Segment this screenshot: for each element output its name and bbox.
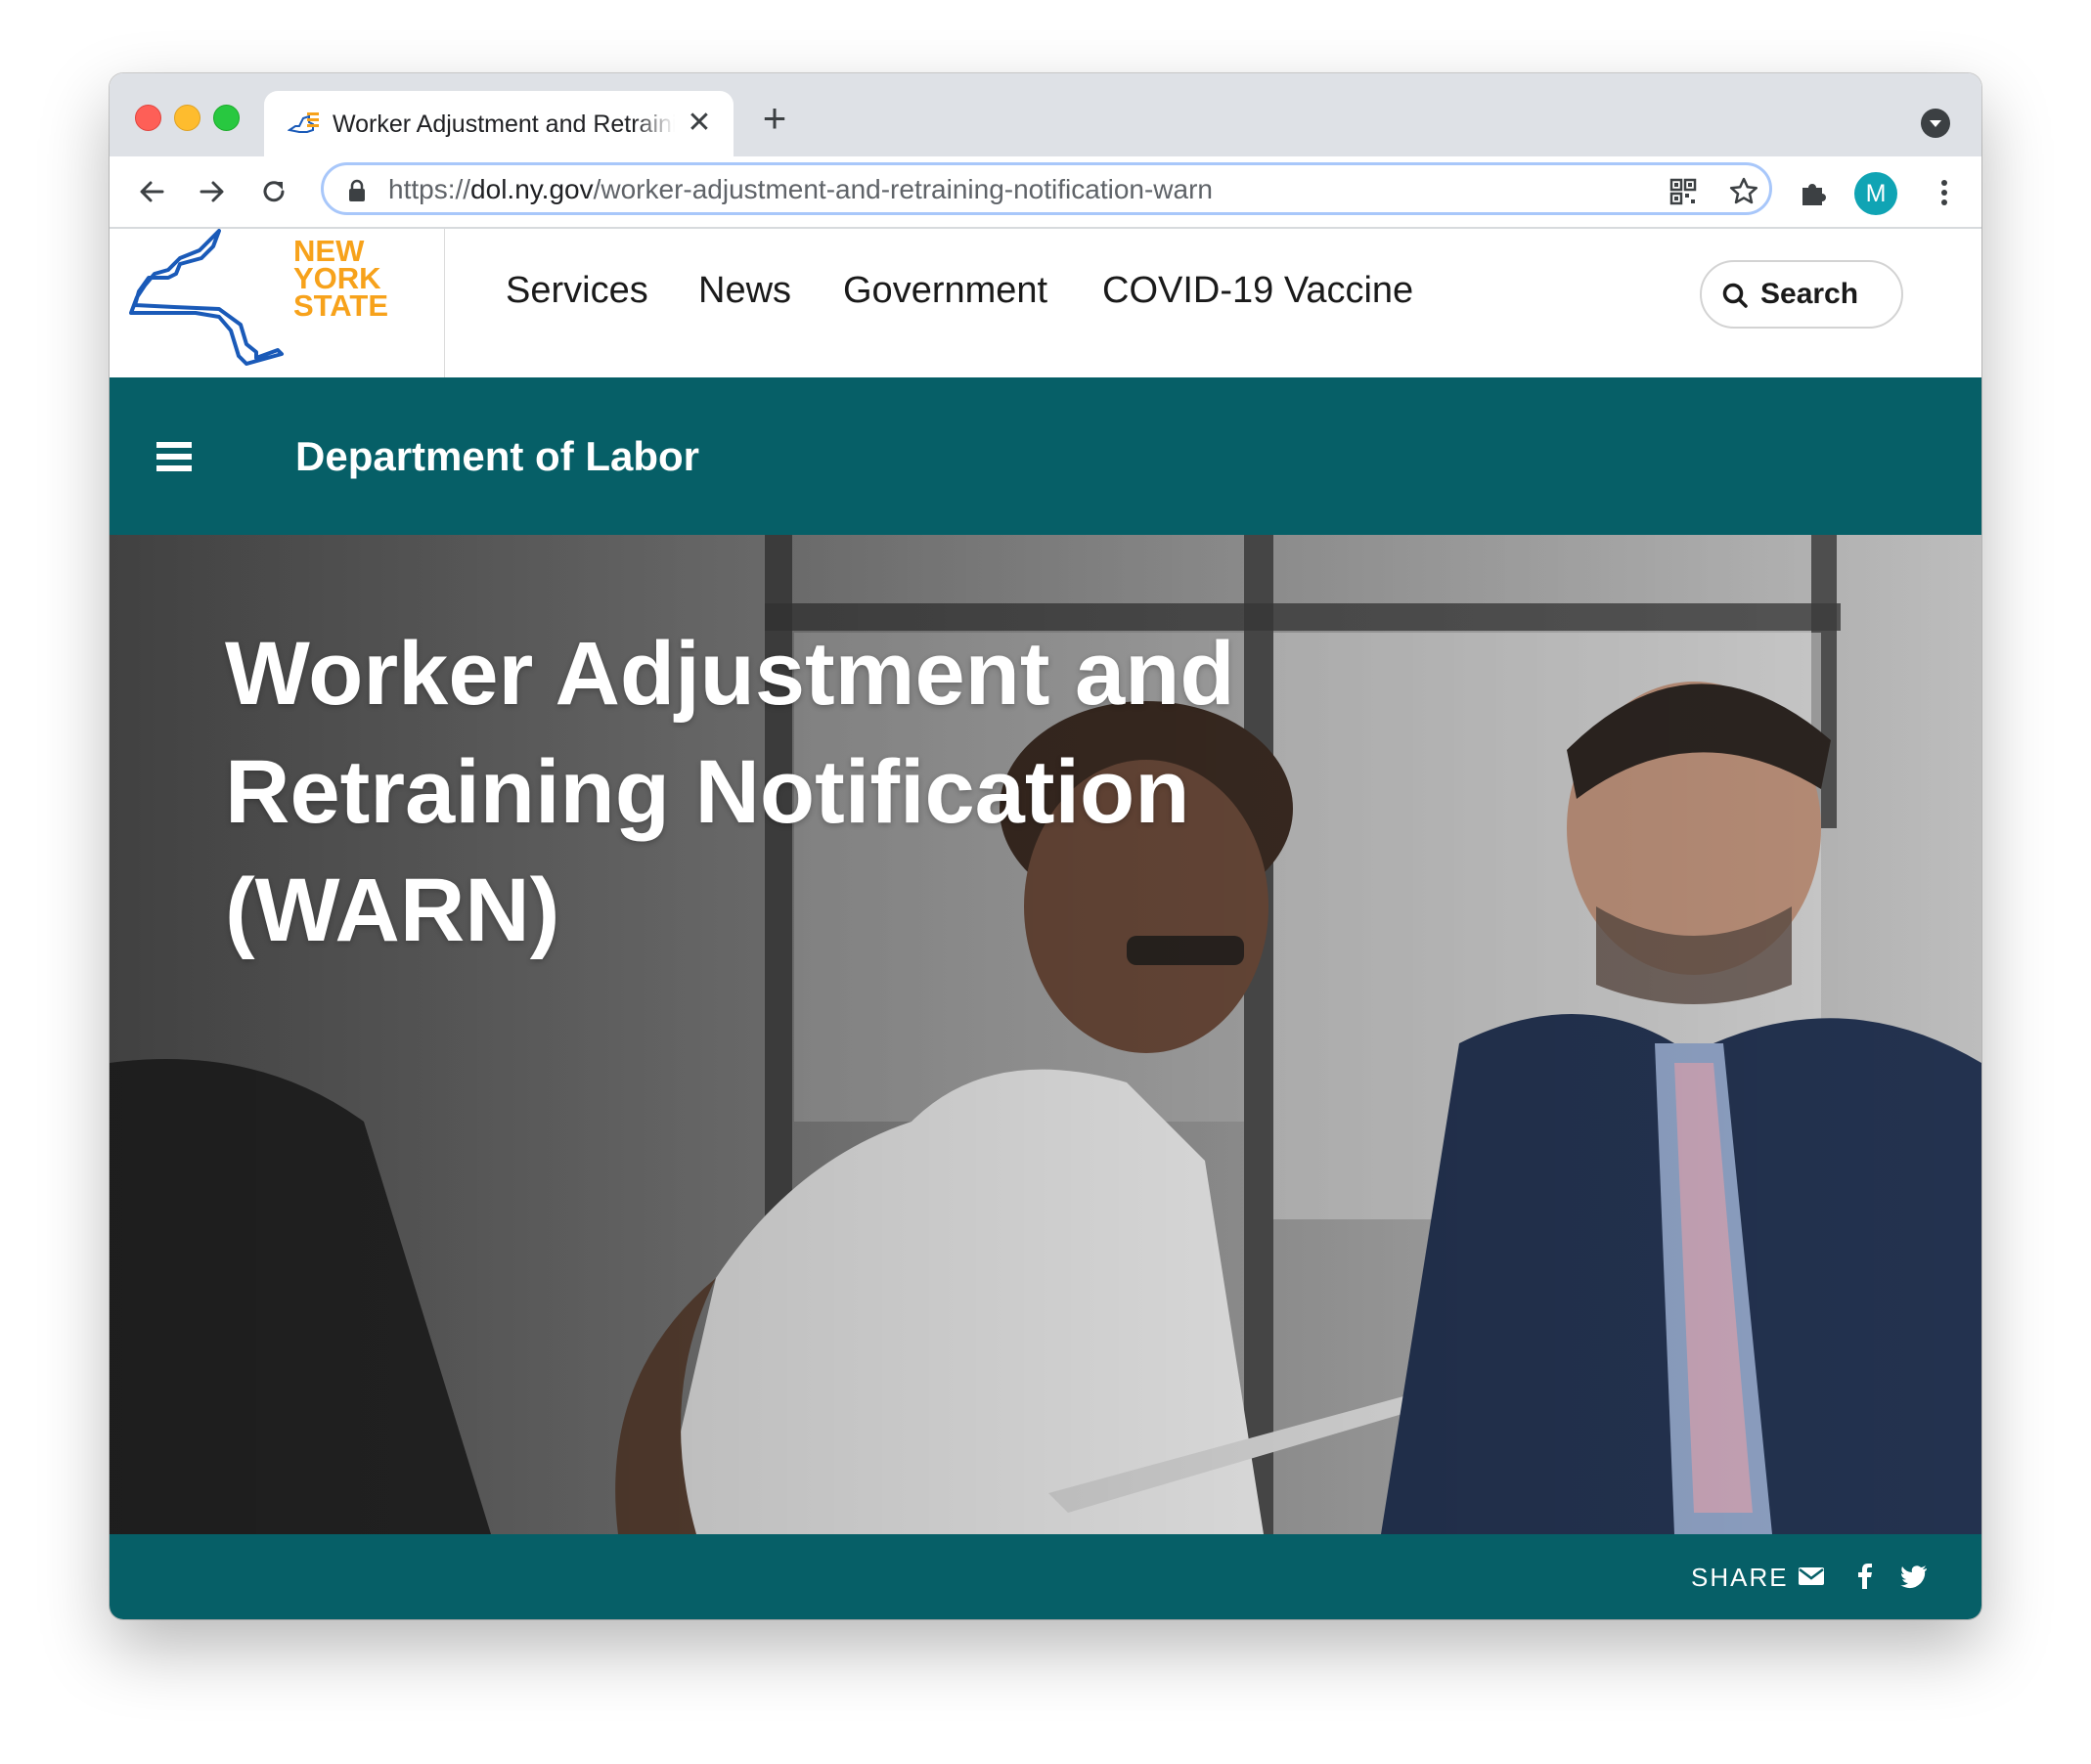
nav-services[interactable]: Services bbox=[506, 268, 648, 313]
tab-title: Worker Adjustment and Retraining Notific… bbox=[333, 110, 675, 138]
back-icon[interactable] bbox=[135, 174, 170, 209]
search-label: Search bbox=[1760, 278, 1859, 310]
url-path: /worker-adjustment-and-retraining-notifi… bbox=[593, 174, 1213, 204]
qr-code-icon[interactable] bbox=[1666, 174, 1701, 209]
hamburger-menu-icon[interactable] bbox=[156, 442, 192, 471]
reload-icon[interactable] bbox=[256, 174, 291, 209]
nys-logo-link[interactable]: NEW YORK STATE bbox=[110, 229, 445, 377]
twitter-icon[interactable] bbox=[1899, 1562, 1929, 1591]
search-icon bbox=[1722, 283, 1748, 308]
maximize-window-button[interactable] bbox=[213, 105, 240, 131]
browser-toolbar: https://dol.ny.gov/worker-adjustment-and… bbox=[110, 156, 1981, 229]
nys-logo: NEW YORK STATE bbox=[129, 229, 388, 366]
agency-bar: Department of Labor bbox=[110, 377, 1981, 535]
minimize-window-button[interactable] bbox=[174, 105, 200, 131]
new-tab-button[interactable]: + bbox=[755, 98, 794, 139]
page-title: Worker Adjustment and Retraining Notific… bbox=[225, 624, 1235, 960]
site-header: NEW YORK STATE Services News Government … bbox=[110, 229, 1981, 377]
hero-banner: Worker Adjustment and Retraining Notific… bbox=[110, 535, 1981, 1534]
tab-search-icon[interactable] bbox=[1921, 109, 1950, 138]
search-button[interactable]: Search bbox=[1700, 260, 1903, 329]
close-window-button[interactable] bbox=[135, 105, 161, 131]
extensions-icon[interactable] bbox=[1796, 175, 1831, 210]
facebook-icon[interactable] bbox=[1850, 1562, 1880, 1591]
lock-icon[interactable] bbox=[347, 179, 367, 202]
email-icon[interactable] bbox=[1797, 1562, 1826, 1591]
ny-state-favicon-icon bbox=[288, 112, 319, 133]
more-vert-icon[interactable] bbox=[1927, 175, 1962, 210]
nav-government[interactable]: Government bbox=[843, 268, 1047, 313]
nav-news[interactable]: News bbox=[698, 268, 791, 313]
bookmark-star-icon[interactable] bbox=[1726, 174, 1761, 209]
address-bar[interactable]: https://dol.ny.gov/worker-adjustment-and… bbox=[321, 162, 1772, 215]
browser-window: Worker Adjustment and Retraining Notific… bbox=[110, 73, 1981, 1619]
url-text[interactable]: https://dol.ny.gov/worker-adjustment-and… bbox=[388, 173, 1213, 206]
profile-avatar[interactable]: M bbox=[1854, 172, 1897, 215]
agency-name[interactable]: Department of Labor bbox=[295, 432, 699, 481]
forward-icon[interactable] bbox=[194, 174, 229, 209]
nav-covid-vaccine[interactable]: COVID-19 Vaccine bbox=[1102, 268, 1413, 313]
tab-close-icon[interactable]: ✕ bbox=[685, 109, 714, 138]
tab-strip: Worker Adjustment and Retraining Notific… bbox=[110, 73, 1981, 156]
share-bar: SHARE bbox=[110, 1534, 1981, 1619]
url-host: dol.ny.gov bbox=[470, 174, 594, 204]
active-tab[interactable]: Worker Adjustment and Retraining Notific… bbox=[264, 91, 734, 156]
url-scheme: https:// bbox=[388, 174, 471, 204]
page-content: NEW YORK STATE Services News Government … bbox=[110, 229, 1981, 1619]
logo-word-state: STATE bbox=[293, 288, 388, 323]
share-label: SHARE bbox=[1691, 1563, 1789, 1592]
